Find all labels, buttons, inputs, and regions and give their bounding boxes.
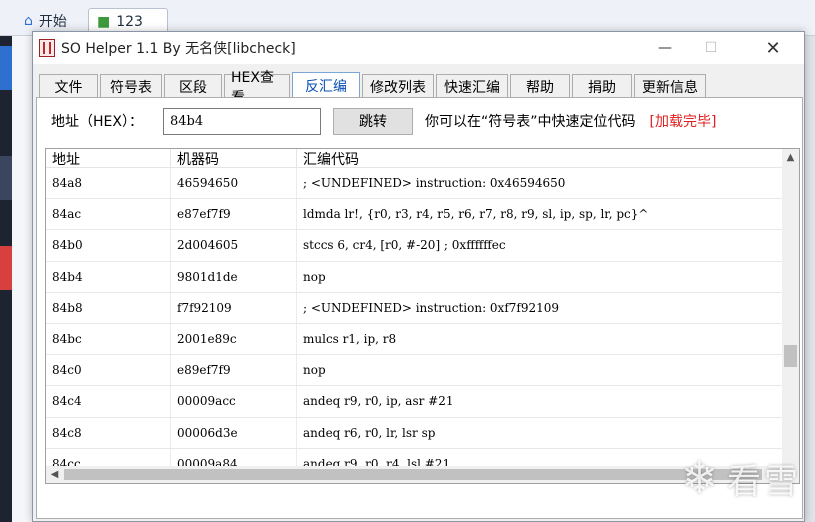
- table-row[interactable]: 84a8 46594650 ; <UNDEFINED> instruction: 0…: [46, 168, 784, 200]
- machine-code-cell: 46594650: [171, 168, 297, 199]
- address-cell: 84a8: [46, 168, 171, 199]
- minimize-button[interactable]: —: [642, 32, 688, 64]
- window-title: SO Helper 1.1 By 无名侠[libcheck]: [61, 41, 296, 57]
- maximize-button[interactable]: ☐: [688, 32, 734, 64]
- address-cell: 84bc: [46, 323, 171, 355]
- table-row[interactable]: 84bc 2001e89c mulcs r1, ip, r8: [46, 323, 784, 356]
- app-icon: [39, 39, 55, 57]
- assembly-cell: mulcs r1, ip, r8: [303, 332, 397, 347]
- assembly-cell: ; <UNDEFINED> instruction: 0x46594650: [303, 176, 566, 191]
- tab-donate[interactable]: 捐助: [572, 74, 632, 98]
- hint-text: 你可以在“符号表”中快速定位代码: [425, 114, 636, 130]
- assembly-cell: ; <UNDEFINED> instruction: 0xf7f92109: [303, 300, 560, 315]
- vertical-scrollbar[interactable]: ▲: [782, 149, 799, 468]
- table-row[interactable]: 84b8 f7f92109 ; <UNDEFINED> instruction: 0…: [46, 292, 784, 324]
- table-row[interactable]: 84c4 00009acc andeq r9, r0, ip, asr #21: [46, 386, 784, 418]
- table-row[interactable]: 84b4 9801d1de nop: [46, 261, 784, 293]
- assembly-cell: ldmda lr!, {r0, r3, r4, r5, r6, r7, r8, …: [303, 207, 649, 222]
- host-tab-label: 开始: [38, 14, 67, 30]
- snowflake-icon: ❄: [681, 453, 721, 504]
- table-row[interactable]: 84c0 e89ef7f9 nop: [46, 355, 784, 387]
- host-frag: [0, 46, 12, 90]
- address-cell: 84b0: [46, 230, 171, 261]
- column-header-machine-code[interactable]: 机器码: [171, 149, 297, 168]
- jump-button[interactable]: 跳转: [333, 107, 413, 135]
- scroll-up-icon[interactable]: ▲: [782, 149, 799, 166]
- machine-code-cell: e87ef7f9: [171, 199, 297, 230]
- scroll-left-icon[interactable]: ◀: [46, 466, 63, 483]
- tab-updates[interactable]: 更新信息: [634, 74, 706, 98]
- tab-file[interactable]: 文件: [39, 74, 98, 98]
- host-frag: [0, 156, 12, 200]
- address-cell: 84c8: [46, 417, 171, 448]
- horizontal-scrollbar[interactable]: ◀: [46, 466, 784, 483]
- assembly-cell: stccs 6, cr4, [r0, #-20] ; 0xffffffec: [303, 238, 506, 253]
- tab-bar: 文件 符号表 区段 HEX查看 反汇编 修改列表 快速汇编 帮助 捐助 更新信息: [39, 70, 708, 106]
- disassembly-list[interactable]: 地址 机器码 汇编代码 84a8 46594650 ; <UNDEFINED> in…: [45, 148, 800, 484]
- close-button[interactable]: ✕: [750, 32, 796, 64]
- tab-disassembly[interactable]: 反汇编: [292, 72, 360, 99]
- column-header-address[interactable]: 地址: [46, 149, 171, 168]
- address-cell: 84b4: [46, 261, 171, 292]
- host-left-panel: [12, 36, 34, 522]
- horizontal-scroll-thumb[interactable]: [64, 469, 762, 480]
- column-header-assembly[interactable]: 汇编代码: [297, 149, 784, 168]
- host-left-strip: [0, 36, 12, 522]
- list-header: 地址 机器码 汇编代码: [46, 149, 784, 168]
- so-helper-window: SO Helper 1.1 By 无名侠[libcheck] — ☐ ✕ 文件 …: [32, 31, 805, 522]
- assembly-cell: nop: [303, 363, 326, 378]
- tab-sections[interactable]: 区段: [164, 74, 222, 98]
- tab-quick-assemble[interactable]: 快速汇编: [436, 74, 508, 98]
- address-input[interactable]: [163, 107, 321, 135]
- tab-patch-list[interactable]: 修改列表: [362, 74, 434, 98]
- machine-code-cell: 2d004605: [171, 230, 297, 261]
- address-cell: 84b8: [46, 292, 171, 323]
- home-icon: ⌂: [24, 13, 33, 29]
- table-row[interactable]: 84b0 2d004605 stccs 6, cr4, [r0, #-20] ; 0…: [46, 230, 784, 262]
- vertical-scroll-thumb[interactable]: [784, 345, 797, 367]
- watermark: ❄ 看雪: [681, 453, 801, 504]
- tab-help[interactable]: 帮助: [510, 74, 570, 98]
- assembly-cell: andeq r6, r0, lr, lsr sp: [303, 425, 436, 440]
- machine-code-cell: 00009acc: [171, 386, 297, 417]
- list-body: 84a8 46594650 ; <UNDEFINED> instruction: 0…: [46, 168, 784, 469]
- machine-code-cell: e89ef7f9: [171, 355, 297, 386]
- table-row[interactable]: 84ac e87ef7f9 ldmda lr!, {r0, r3, r4, r5, …: [46, 199, 784, 231]
- table-row[interactable]: 84c8 00006d3e andeq r6, r0, lr, lsr sp: [46, 417, 784, 449]
- host-frag: [0, 246, 12, 290]
- address-cell: 84ac: [46, 199, 171, 230]
- assembly-cell: nop: [303, 269, 326, 284]
- watermark-text: 看雪: [727, 462, 801, 502]
- machine-code-cell: 9801d1de: [171, 261, 297, 292]
- address-label: 地址（HEX）：: [51, 114, 143, 130]
- load-status: [加载完毕]: [649, 114, 717, 130]
- address-cell: 84c0: [46, 355, 171, 386]
- host-tab-label: 123: [116, 13, 143, 30]
- android-icon: ■: [97, 13, 111, 30]
- tab-symbols[interactable]: 符号表: [100, 74, 162, 98]
- tab-hex-view[interactable]: HEX查看: [224, 70, 290, 106]
- address-row: 地址（HEX）： 跳转 你可以在“符号表”中快速定位代码 [加载完毕]: [51, 106, 716, 136]
- machine-code-cell: 2001e89c: [171, 323, 297, 355]
- machine-code-cell: 00006d3e: [171, 417, 297, 448]
- address-cell: 84c4: [46, 386, 171, 417]
- title-bar[interactable]: SO Helper 1.1 By 无名侠[libcheck] — ☐ ✕: [33, 32, 804, 64]
- assembly-cell: andeq r9, r0, ip, asr #21: [303, 394, 454, 409]
- machine-code-cell: f7f92109: [171, 292, 297, 323]
